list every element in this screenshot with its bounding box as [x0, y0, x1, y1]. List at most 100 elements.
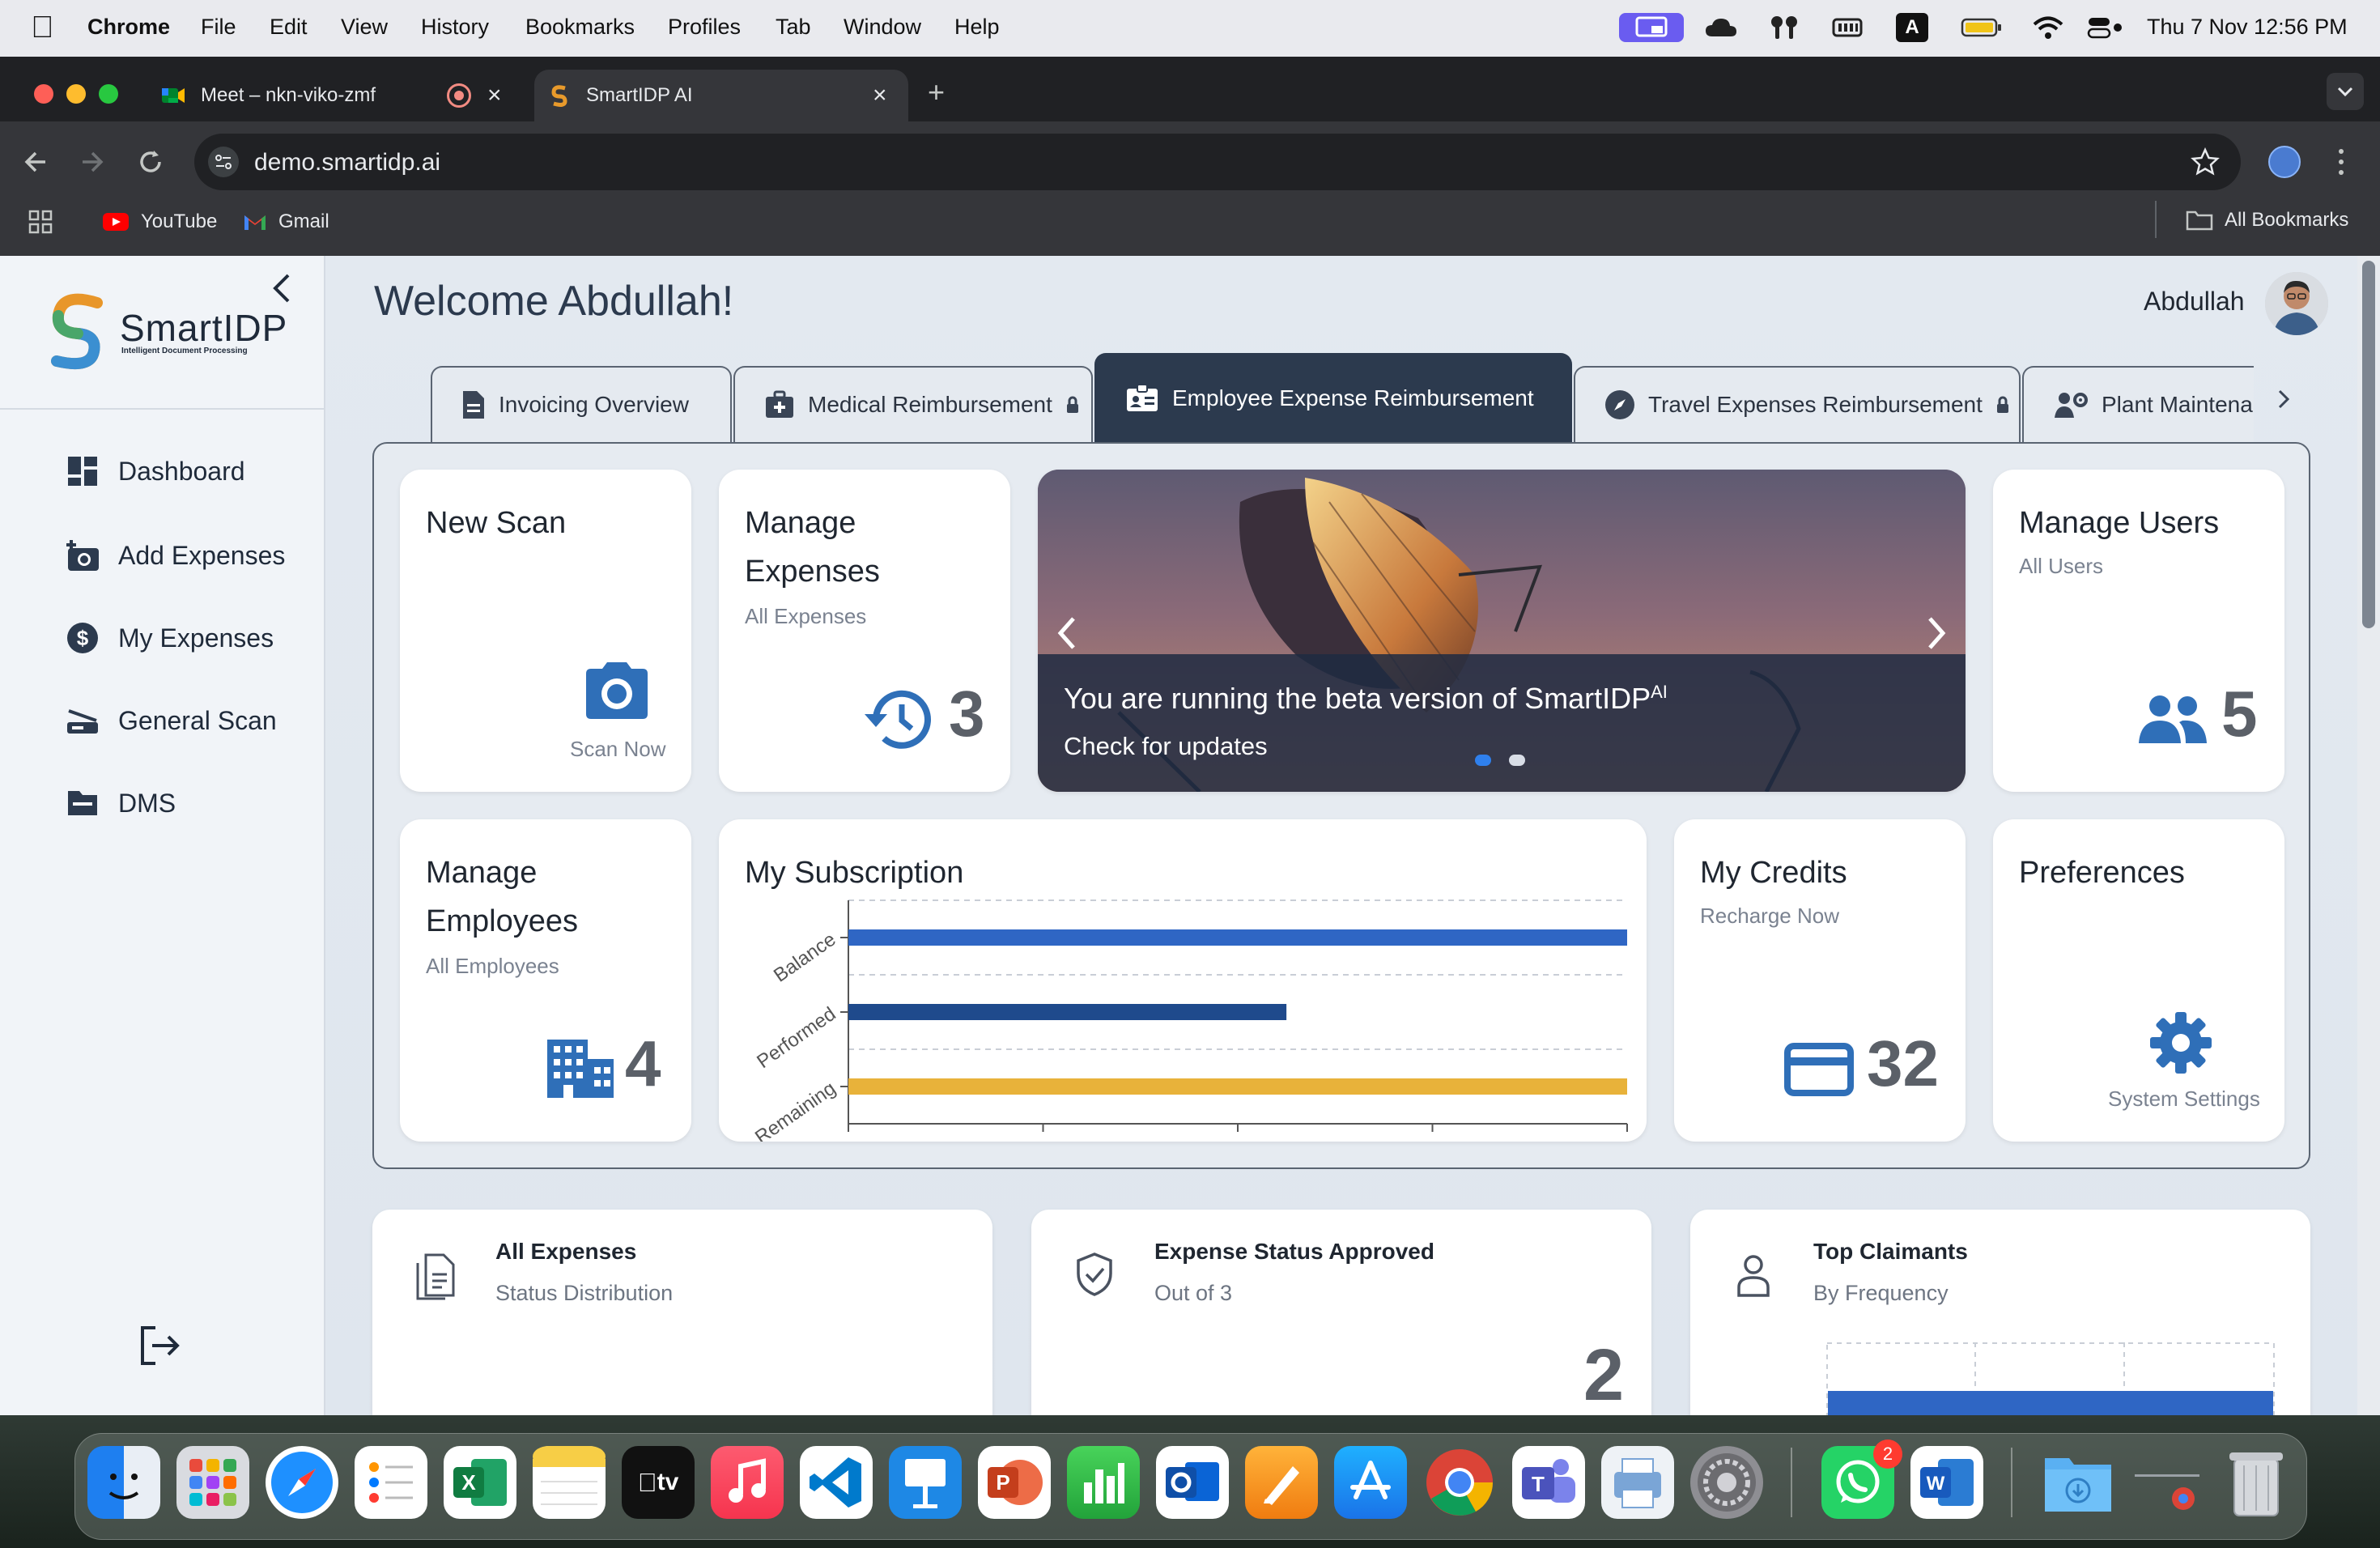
- top-claimants-card[interactable]: Top Claimants By Frequency: [1690, 1210, 2310, 1436]
- menubar-clock[interactable]: Thu 7 Nov 12:56 PM: [2147, 15, 2348, 40]
- apple-tv-icon[interactable]: tv: [622, 1446, 695, 1519]
- launchpad-icon[interactable]: [176, 1446, 249, 1519]
- back-arrow-icon[interactable]: [21, 147, 50, 176]
- tabs-scroll-right-icon[interactable]: [2275, 387, 2293, 411]
- page-scrollbar[interactable]: [2357, 256, 2380, 1415]
- profile-avatar[interactable]: [2268, 146, 2301, 178]
- address-bar[interactable]: demo.smartidp.ai: [194, 134, 2241, 190]
- scrollbar-thumb[interactable]: [2362, 261, 2375, 628]
- carousel-dot-active[interactable]: [1475, 755, 1491, 766]
- recharge-now-link[interactable]: Recharge Now: [1700, 904, 1839, 929]
- music-icon[interactable]: [711, 1446, 784, 1519]
- menu-help[interactable]: Help: [954, 15, 1000, 40]
- airpods-icon[interactable]: [1768, 13, 1800, 42]
- control-center-icon[interactable]: [2087, 13, 2123, 42]
- carousel-dot[interactable]: [1509, 755, 1525, 766]
- sidebar-item-add-expenses[interactable]: Add Expenses: [65, 538, 285, 573]
- browser-tab-smartidp[interactable]: SmartIDP AI ×: [534, 70, 908, 121]
- battery-icon[interactable]: [1961, 13, 2003, 42]
- finder-icon[interactable]: [87, 1446, 160, 1519]
- trash-icon[interactable]: [2220, 1446, 2293, 1519]
- menu-bookmarks[interactable]: Bookmarks: [525, 15, 635, 40]
- system-settings-link[interactable]: System Settings: [2108, 1087, 2260, 1112]
- outlook-icon[interactable]: [1156, 1446, 1229, 1519]
- menu-window[interactable]: Window: [844, 15, 921, 40]
- url-text[interactable]: demo.smartidp.ai: [254, 149, 440, 176]
- tab-search-button[interactable]: [2327, 73, 2364, 110]
- apple-icon[interactable]: : [31, 11, 54, 44]
- user-avatar[interactable]: [2265, 272, 2328, 335]
- window-close-button[interactable]: [34, 84, 53, 104]
- keynote-icon[interactable]: [889, 1446, 962, 1519]
- teams-icon[interactable]: T: [1512, 1446, 1585, 1519]
- scan-now-link[interactable]: Scan Now: [570, 737, 666, 762]
- carousel-next-icon[interactable]: [1923, 615, 1948, 651]
- sidebar-item-dashboard[interactable]: Dashboard: [65, 453, 245, 489]
- pages-icon[interactable]: [1245, 1446, 1318, 1519]
- tab-invoicing-overview[interactable]: Invoicing Overview: [431, 366, 732, 442]
- chrome-icon[interactable]: [1423, 1446, 1496, 1519]
- window-zoom-button[interactable]: [99, 84, 118, 104]
- reload-icon[interactable]: [136, 147, 165, 176]
- app-store-icon[interactable]: [1334, 1446, 1407, 1519]
- menu-profiles[interactable]: Profiles: [668, 15, 741, 40]
- menu-view[interactable]: View: [341, 15, 388, 40]
- excel-icon[interactable]: X: [444, 1446, 516, 1519]
- browser-tab-meet[interactable]: Meet – nkn-viko-zmf ×: [146, 70, 526, 121]
- printer-app-icon[interactable]: [1601, 1446, 1674, 1519]
- chrome-menu-icon[interactable]: [2336, 147, 2346, 176]
- user-name[interactable]: Abdullah: [2144, 287, 2245, 317]
- tab-employee-expense-reimbursement[interactable]: Employee Expense Reimbursement: [1094, 353, 1572, 442]
- sidebar-item-my-expenses[interactable]: $ My Expenses: [65, 620, 274, 656]
- vscode-icon[interactable]: [800, 1446, 873, 1519]
- manage-expenses-card[interactable]: Manage Expenses All Expenses 3: [719, 470, 1010, 792]
- recent-windows-icon[interactable]: [2131, 1446, 2204, 1519]
- reminders-icon[interactable]: [355, 1446, 427, 1519]
- carousel-prev-icon[interactable]: [1056, 615, 1080, 651]
- menu-tab[interactable]: Tab: [776, 15, 811, 40]
- word-icon[interactable]: W: [1910, 1446, 1983, 1519]
- manage-employees-card[interactable]: Manage Employees All Employees 4: [400, 819, 691, 1142]
- new-tab-icon[interactable]: +: [928, 76, 945, 108]
- manage-users-card[interactable]: Manage Users All Users 5: [1993, 470, 2284, 792]
- beta-banner-carousel[interactable]: You are running the beta version of Smar…: [1038, 470, 1966, 792]
- site-info-icon[interactable]: [207, 146, 240, 178]
- all-expenses-card[interactable]: All Expenses Status Distribution: [372, 1210, 992, 1436]
- numbers-icon[interactable]: [1067, 1446, 1140, 1519]
- tab-medical-reimbursement[interactable]: Medical Reimbursement: [733, 366, 1093, 442]
- apps-grid-icon[interactable]: [28, 209, 53, 235]
- bookmark-youtube[interactable]: YouTube: [102, 211, 217, 233]
- window-minimize-button[interactable]: [66, 84, 86, 104]
- system-settings-icon[interactable]: [1690, 1446, 1763, 1519]
- safari-icon[interactable]: [266, 1446, 338, 1519]
- check-updates-link[interactable]: Check for updates: [1064, 732, 1268, 761]
- powerpoint-icon[interactable]: P: [978, 1446, 1051, 1519]
- preferences-card[interactable]: Preferences System Settings: [1993, 819, 2284, 1142]
- memory-icon[interactable]: [1831, 13, 1864, 42]
- sidebar-item-dms[interactable]: DMS: [65, 785, 176, 821]
- keyboard-input-label[interactable]: A: [1896, 13, 1928, 42]
- new-scan-card[interactable]: New Scan Scan Now: [400, 470, 691, 792]
- sidebar-item-general-scan[interactable]: General Scan: [65, 703, 277, 738]
- bookmark-gmail[interactable]: Gmail: [243, 211, 329, 233]
- smartidp-logo-icon[interactable]: [45, 293, 110, 371]
- menu-history[interactable]: History: [421, 15, 489, 40]
- forward-arrow-icon[interactable]: [78, 147, 107, 176]
- notes-icon[interactable]: [533, 1446, 606, 1519]
- downloads-folder-icon[interactable]: [2042, 1446, 2114, 1519]
- logout-icon[interactable]: [138, 1323, 183, 1368]
- close-tab-icon[interactable]: ×: [487, 82, 502, 109]
- all-bookmarks-button[interactable]: All Bookmarks: [2186, 209, 2348, 232]
- collapse-sidebar-icon[interactable]: [267, 272, 296, 304]
- close-tab-icon[interactable]: ×: [873, 82, 887, 109]
- expense-status-approved-card[interactable]: Expense Status Approved Out of 3 2: [1031, 1210, 1651, 1436]
- cloud-icon[interactable]: [1703, 13, 1739, 42]
- tab-plant-maintenance[interactable]: Plant Maintena: [2022, 366, 2254, 442]
- tab-travel-expenses-reimbursement[interactable]: Travel Expenses Reimbursement: [1574, 366, 2021, 442]
- menu-file[interactable]: File: [201, 15, 236, 40]
- wifi-icon[interactable]: [2032, 13, 2064, 42]
- bookmark-star-icon[interactable]: [2191, 147, 2220, 176]
- menu-edit[interactable]: Edit: [270, 15, 308, 40]
- screen-share-icon[interactable]: [1619, 13, 1684, 42]
- menu-chrome[interactable]: Chrome: [87, 15, 170, 40]
